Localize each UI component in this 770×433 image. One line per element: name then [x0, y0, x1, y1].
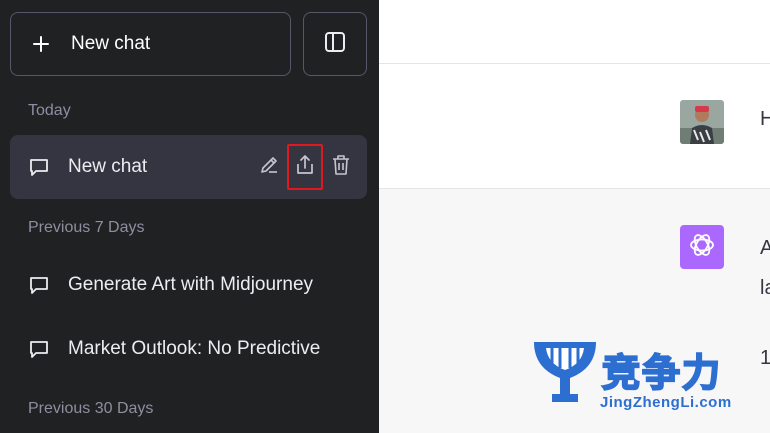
- plus-icon: [31, 34, 51, 54]
- sidebar-toggle-icon: [324, 31, 346, 58]
- chat-bubble-icon: [28, 274, 50, 296]
- chat-item-title: Market Outlook: No Predictive: [68, 338, 321, 359]
- share-icon: [294, 153, 316, 182]
- pencil-icon: [258, 154, 280, 181]
- share-chat-button[interactable]: [287, 144, 323, 190]
- trophy-icon: [530, 338, 602, 419]
- watermark-chinese-text: 竞争力: [601, 350, 723, 396]
- rename-chat-button[interactable]: [251, 144, 287, 190]
- chat-item-generate-art[interactable]: Generate Art with Midjourney: [10, 253, 367, 317]
- chat-item-actions: [251, 135, 359, 199]
- chat-item-title: New chat: [68, 156, 148, 177]
- assistant-message-line-1: A: [760, 237, 770, 259]
- watermark-latin-text: JingZhengLi.com: [600, 394, 732, 411]
- section-label-today: Today: [28, 102, 71, 119]
- new-chat-label: New chat: [71, 33, 151, 54]
- assistant-avatar: [680, 225, 724, 269]
- openai-logo-icon: [687, 230, 717, 265]
- chat-item-market-outlook[interactable]: Market Outlook: No Predictive: [10, 317, 367, 381]
- user-message: H: [379, 64, 770, 189]
- sidebar-toggle-button[interactable]: [303, 12, 367, 76]
- sidebar: New chat Today New chat Previous 7 Days …: [0, 0, 379, 433]
- top-bar: [379, 0, 770, 64]
- trash-icon: [330, 153, 352, 182]
- delete-chat-button[interactable]: [323, 144, 359, 190]
- user-avatar: [680, 100, 724, 144]
- user-message-text: H: [760, 108, 770, 130]
- assistant-message-line-2: la: [760, 277, 770, 299]
- chat-item-new-chat[interactable]: New chat: [10, 135, 367, 199]
- new-chat-button[interactable]: New chat: [10, 12, 291, 76]
- chat-bubble-icon: [28, 338, 50, 360]
- chat-item-title: Generate Art with Midjourney: [68, 274, 314, 295]
- section-label-previous-7-days: Previous 7 Days: [28, 219, 145, 236]
- watermark: 竞争力 JingZhengLi.com: [530, 338, 770, 418]
- section-label-previous-30-days: Previous 30 Days: [28, 400, 154, 417]
- chat-bubble-icon: [28, 156, 50, 178]
